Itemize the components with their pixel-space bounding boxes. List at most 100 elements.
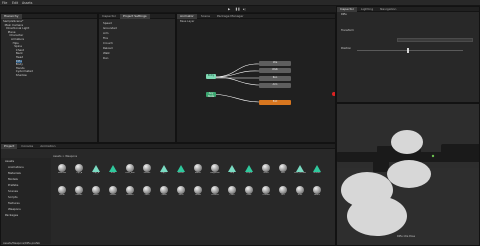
asset-label: Paint bbox=[246, 194, 252, 196]
folder-item[interactable]: Assets bbox=[5, 160, 14, 163]
slider-label: Position bbox=[341, 47, 352, 50]
asset-item[interactable]: Bullet bbox=[176, 164, 186, 175]
material-sphere-icon bbox=[245, 186, 253, 194]
slider-track[interactable] bbox=[357, 50, 463, 51]
material-sphere-icon bbox=[58, 164, 66, 172]
pause-icon[interactable]: ❚❚ bbox=[235, 7, 240, 11]
asset-item[interactable]: Rifle_Prefab bbox=[294, 164, 306, 175]
asset-item[interactable]: Grip bbox=[227, 164, 237, 175]
scene-viewport: Rifle Idle Pose bbox=[336, 103, 480, 246]
folder-item[interactable]: Models bbox=[8, 178, 18, 181]
parameter-item[interactable]: Crouch bbox=[103, 42, 113, 45]
folder-item[interactable]: Textures bbox=[8, 202, 20, 205]
menu-item-assets[interactable]: Assets bbox=[22, 1, 32, 5]
parameter-item[interactable]: Walk bbox=[103, 52, 110, 55]
state-idle[interactable]: Idle bbox=[259, 61, 291, 66]
menu-item-edit[interactable]: Edit bbox=[12, 1, 18, 5]
asset-label: Plastic bbox=[109, 194, 117, 196]
asset-item[interactable]: Clip_C bbox=[159, 164, 169, 175]
asset-label: Metal2 bbox=[75, 194, 83, 196]
asset-label: Rubber bbox=[126, 194, 134, 196]
asset-item[interactable]: Barrel bbox=[193, 164, 203, 175]
folder-item[interactable]: Scripts bbox=[8, 196, 18, 199]
asset-label: Shell bbox=[144, 194, 150, 196]
material-sphere-icon bbox=[296, 186, 304, 194]
asset-item[interactable]: Rubber bbox=[125, 186, 135, 197]
tab-project[interactable]: Project bbox=[1, 144, 18, 149]
folder-item[interactable]: Materials bbox=[8, 172, 21, 175]
parameter-item[interactable]: Run bbox=[103, 57, 108, 60]
tab-navigation[interactable]: Navigation bbox=[377, 7, 399, 12]
asset-label: Box bbox=[281, 172, 285, 174]
parameter-item[interactable]: Aim bbox=[103, 32, 108, 35]
asset-item[interactable]: Rust bbox=[295, 186, 305, 197]
slider-handle[interactable] bbox=[406, 48, 409, 53]
state-run[interactable]: Run bbox=[259, 76, 291, 81]
folder-item[interactable]: Animations bbox=[8, 166, 24, 169]
asset-item[interactable]: Glass bbox=[159, 186, 169, 197]
state-aim[interactable]: Aim bbox=[259, 83, 291, 88]
parameter-item[interactable]: Grounded bbox=[103, 27, 117, 30]
asset-item[interactable]: Cloth bbox=[227, 186, 237, 197]
material-sphere-icon bbox=[92, 186, 100, 194]
asset-item[interactable]: Soldier bbox=[142, 164, 152, 175]
folder-item[interactable]: Weapons bbox=[8, 208, 21, 211]
tab-inspector[interactable]: Inspector bbox=[99, 14, 119, 19]
asset-item[interactable]: Metal bbox=[57, 186, 67, 197]
asset-item[interactable]: Stock bbox=[261, 164, 271, 175]
asset-item[interactable]: Clip_A bbox=[74, 164, 84, 175]
play-icon[interactable]: ▶ bbox=[228, 7, 230, 11]
asset-item[interactable]: Rifle bbox=[108, 164, 118, 175]
state-walk[interactable]: Walk bbox=[259, 68, 291, 73]
folder-item[interactable]: Packages bbox=[5, 214, 18, 217]
asset-item[interactable]: Wood bbox=[193, 186, 203, 197]
folder-item[interactable]: Scenes bbox=[8, 190, 18, 193]
breadcrumb: Assets > Weapons bbox=[53, 155, 78, 158]
asset-item[interactable]: Fabric bbox=[312, 186, 322, 197]
asset-item[interactable]: Rifle_Mat bbox=[125, 164, 135, 175]
animation-clip-icon bbox=[228, 164, 236, 172]
project-tabstrip: Project Console Animation bbox=[1, 144, 335, 149]
asset-item[interactable]: Scope bbox=[244, 164, 254, 175]
rifle-model bbox=[337, 130, 479, 236]
tab-inspector-right[interactable]: Inspector bbox=[337, 7, 357, 12]
asset-item[interactable]: Material bbox=[57, 164, 67, 175]
component-field[interactable] bbox=[397, 38, 473, 42]
material-sphere-icon bbox=[75, 164, 83, 172]
state-entry[interactable]: Entry bbox=[206, 74, 216, 79]
asset-item[interactable]: Muzzle bbox=[312, 164, 322, 175]
parameter-item[interactable]: Reload bbox=[103, 47, 113, 50]
folder-item[interactable]: Prefabs bbox=[8, 184, 18, 187]
asset-item[interactable]: Box bbox=[278, 164, 288, 175]
material-sphere-icon bbox=[194, 164, 202, 172]
parameter-item[interactable]: Fire bbox=[103, 37, 108, 40]
state-default[interactable]: Exit bbox=[259, 100, 291, 105]
material-sphere-icon bbox=[126, 164, 134, 172]
step-icon[interactable]: ▸| bbox=[243, 7, 246, 11]
asset-item[interactable]: Plastic bbox=[108, 186, 118, 197]
parameter-item[interactable]: Speed bbox=[103, 22, 112, 25]
tab-project-settings[interactable]: Project Settings bbox=[120, 14, 150, 19]
menu-item-file[interactable]: File bbox=[2, 1, 7, 5]
animation-clip-icon bbox=[160, 164, 168, 172]
asset-item[interactable]: Dirt bbox=[278, 186, 288, 197]
tab-console[interactable]: Console bbox=[18, 144, 36, 149]
state-any[interactable]: Any State bbox=[206, 92, 216, 97]
asset-label: Muzzle bbox=[313, 172, 321, 174]
asset-item[interactable]: Paint bbox=[244, 186, 254, 197]
asset-item[interactable]: Clip_B bbox=[91, 164, 101, 175]
material-sphere-icon bbox=[211, 164, 219, 172]
hierarchy-item[interactable]: Shadow bbox=[16, 74, 27, 77]
tab-animation[interactable]: Animation bbox=[37, 144, 58, 149]
asset-item[interactable]: Metal2 bbox=[74, 186, 84, 197]
asset-item[interactable]: Anim bbox=[91, 186, 101, 197]
material-sphere-icon bbox=[58, 186, 66, 194]
material-sphere-icon bbox=[262, 164, 270, 172]
asset-item[interactable]: Magazine bbox=[210, 164, 220, 175]
asset-item[interactable]: Chrome bbox=[261, 186, 271, 197]
asset-item[interactable]: Steel bbox=[176, 186, 186, 197]
asset-label: Anim bbox=[93, 194, 99, 196]
tab-lighting[interactable]: Lighting bbox=[358, 7, 376, 12]
asset-item[interactable]: Shell bbox=[142, 186, 152, 197]
asset-item[interactable]: Leather bbox=[210, 186, 220, 197]
